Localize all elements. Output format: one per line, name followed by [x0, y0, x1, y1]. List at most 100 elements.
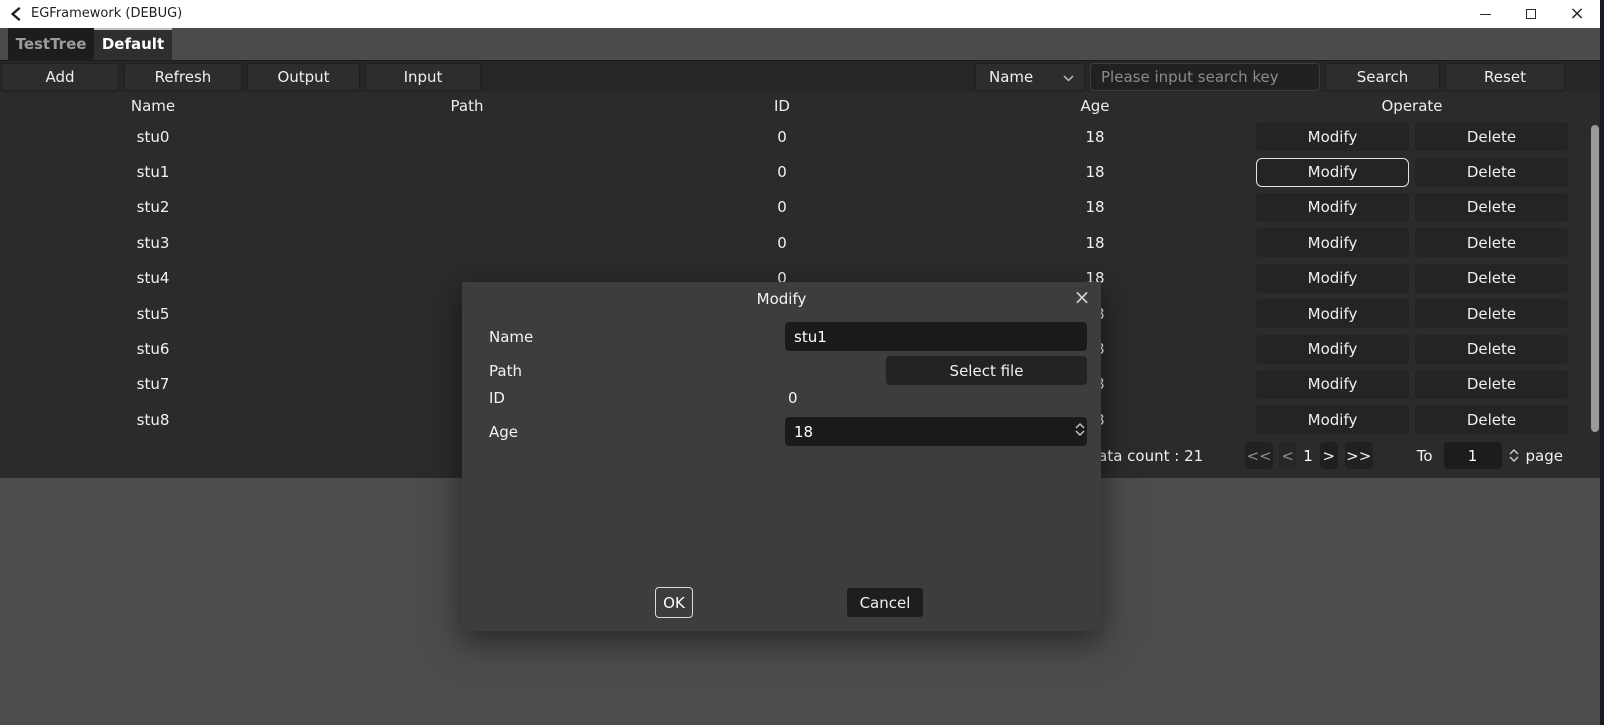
vertical-scrollbar[interactable]: [1591, 125, 1599, 432]
modify-button[interactable]: Modify: [1256, 370, 1409, 399]
column-header-id: ID: [628, 92, 936, 119]
table-row: stu2 0 18 Modify Delete: [0, 190, 1600, 225]
id-value: 0: [788, 386, 798, 410]
modify-button[interactable]: Modify: [1256, 264, 1409, 293]
table-header: Name Path ID Age Operate: [0, 92, 1600, 119]
output-button[interactable]: Output: [247, 63, 360, 91]
delete-button[interactable]: Delete: [1415, 193, 1568, 222]
close-icon: ×: [1569, 5, 1584, 23]
column-header-path: Path: [306, 92, 628, 119]
search-field-select[interactable]: Name: [975, 63, 1085, 91]
page-spinner[interactable]: [1509, 449, 1519, 462]
input-button[interactable]: Input: [365, 63, 481, 91]
cell-operate: Modify Delete: [1254, 402, 1570, 437]
cell-id: 0: [628, 225, 936, 260]
cell-age: 18: [936, 119, 1254, 154]
cell-operate: Modify Delete: [1254, 331, 1570, 366]
close-icon: ×: [1074, 287, 1091, 307]
name-field[interactable]: [785, 322, 1087, 351]
select-file-button[interactable]: Select file: [886, 356, 1087, 385]
minimize-button[interactable]: [1462, 0, 1508, 28]
search-button[interactable]: Search: [1325, 63, 1440, 91]
add-button[interactable]: Add: [1, 63, 119, 91]
current-page-label: 1: [1303, 447, 1313, 465]
pagination-bar: Data count : 21 << < 1 > >> To page: [1087, 442, 1563, 469]
spinner-down-icon: [1075, 430, 1085, 436]
cell-name: stu4: [0, 261, 306, 296]
spinner-down-icon: [1509, 456, 1519, 462]
cell-name: stu3: [0, 225, 306, 260]
cell-name: stu1: [0, 154, 306, 189]
modify-button[interactable]: Modify: [1256, 405, 1409, 434]
delete-button[interactable]: Delete: [1415, 158, 1568, 187]
age-field[interactable]: [785, 417, 1087, 446]
titlebar: EGFramework (DEBUG) ×: [0, 0, 1600, 28]
page-number-input[interactable]: [1444, 442, 1502, 469]
cell-path: [306, 190, 628, 225]
cell-name: stu7: [0, 367, 306, 402]
delete-button[interactable]: Delete: [1415, 335, 1568, 364]
window-controls: ×: [1462, 0, 1600, 28]
cell-path: [306, 225, 628, 260]
spinner-up-icon: [1509, 449, 1519, 455]
delete-button[interactable]: Delete: [1415, 405, 1568, 434]
cell-age: 18: [936, 154, 1254, 189]
cell-age: 18: [936, 225, 1254, 260]
desktop-edge: [1600, 0, 1604, 725]
name-label: Name: [489, 322, 533, 351]
minimize-icon: [1480, 14, 1491, 15]
data-count-label: Data count : 21: [1087, 447, 1204, 465]
age-spinner[interactable]: [1075, 423, 1085, 436]
refresh-button[interactable]: Refresh: [124, 63, 242, 91]
cancel-button[interactable]: Cancel: [847, 588, 923, 617]
last-page-button[interactable]: >>: [1345, 442, 1373, 469]
tab-default[interactable]: Default: [94, 28, 172, 60]
cell-operate: Modify Delete: [1254, 261, 1570, 296]
dialog-title: Modify: [462, 290, 1101, 308]
tab-testtree[interactable]: TestTree: [8, 28, 94, 60]
table-row: stu1 0 18 Modify Delete: [0, 154, 1600, 189]
maximize-button[interactable]: [1508, 0, 1554, 28]
modify-button[interactable]: Modify: [1256, 122, 1409, 151]
cell-name: stu6: [0, 331, 306, 366]
cell-id: 0: [628, 119, 936, 154]
cell-operate: Modify Delete: [1254, 225, 1570, 260]
window-title: EGFramework (DEBUG): [31, 6, 182, 21]
next-page-button[interactable]: >: [1320, 442, 1338, 469]
ok-button[interactable]: OK: [655, 587, 693, 618]
table-row: stu3 0 18 Modify Delete: [0, 225, 1600, 260]
cell-age: 18: [936, 190, 1254, 225]
modify-button[interactable]: Modify: [1256, 299, 1409, 328]
prev-page-button[interactable]: <: [1279, 442, 1296, 469]
spinner-up-icon: [1075, 423, 1085, 429]
first-page-button[interactable]: <<: [1245, 442, 1273, 469]
delete-button[interactable]: Delete: [1415, 122, 1568, 151]
cell-operate: Modify Delete: [1254, 190, 1570, 225]
modify-button-focused[interactable]: Modify: [1256, 158, 1409, 187]
to-label: To: [1417, 447, 1433, 465]
app-window: EGFramework (DEBUG) × TestTree Default A…: [0, 0, 1604, 725]
delete-button[interactable]: Delete: [1415, 228, 1568, 257]
modify-button[interactable]: Modify: [1256, 193, 1409, 222]
dialog-close-button[interactable]: ×: [1071, 286, 1093, 308]
delete-button[interactable]: Delete: [1415, 264, 1568, 293]
cell-path: [306, 154, 628, 189]
cell-operate: Modify Delete: [1254, 296, 1570, 331]
modify-button[interactable]: Modify: [1256, 335, 1409, 364]
cell-operate: Modify Delete: [1254, 367, 1570, 402]
delete-button[interactable]: Delete: [1415, 370, 1568, 399]
search-field-selected: Name: [989, 68, 1033, 86]
delete-button[interactable]: Delete: [1415, 299, 1568, 328]
cell-name: stu8: [0, 402, 306, 437]
close-button[interactable]: ×: [1554, 0, 1600, 28]
cell-id: 0: [628, 190, 936, 225]
modify-button[interactable]: Modify: [1256, 228, 1409, 257]
reset-button[interactable]: Reset: [1445, 63, 1565, 91]
search-input[interactable]: [1090, 63, 1320, 91]
tab-bar: TestTree Default: [0, 28, 1600, 60]
toolbar: Add Refresh Output Input Name Search Res…: [0, 60, 1600, 92]
cell-operate: Modify Delete: [1254, 154, 1570, 189]
column-header-operate: Operate: [1254, 92, 1570, 119]
cell-name: stu2: [0, 190, 306, 225]
chevron-down-icon: [1063, 75, 1074, 82]
